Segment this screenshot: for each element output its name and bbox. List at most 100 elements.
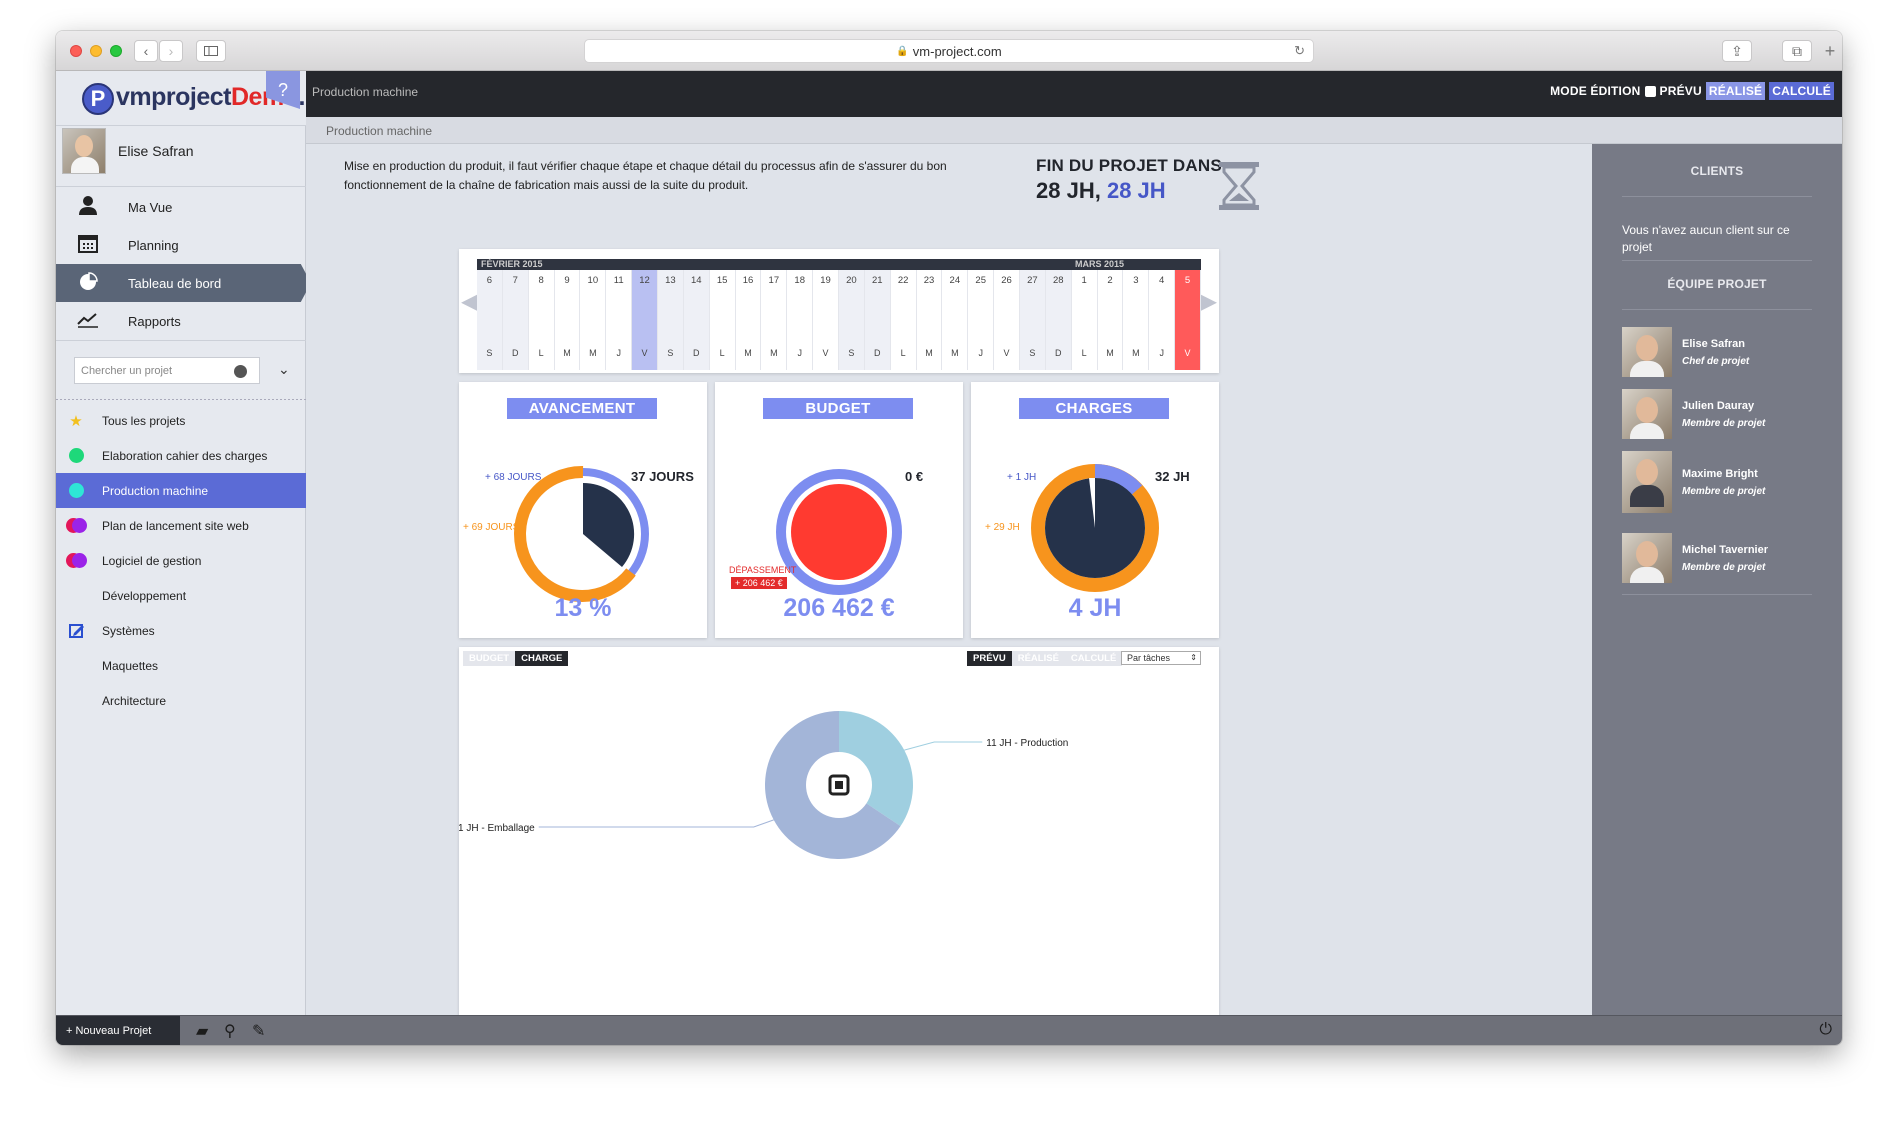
minimize-window-button[interactable]: [90, 45, 102, 57]
day-weekday: M: [563, 348, 571, 358]
timeline-day[interactable]: 6S: [477, 270, 503, 370]
project-item-logiciel[interactable]: Logiciel de gestion: [56, 543, 306, 578]
zoom-window-button[interactable]: [110, 45, 122, 57]
breadcrumb-item[interactable]: Production machine: [326, 124, 432, 138]
timeline-day[interactable]: 5V: [1175, 270, 1201, 370]
charges-donut: [1031, 464, 1159, 592]
timeline-day[interactable]: 26 V: [994, 270, 1020, 370]
new-project-button[interactable]: + Nouveau Projet: [56, 1016, 180, 1045]
timeline-day[interactable]: 20 S: [839, 270, 865, 370]
back-button[interactable]: ‹: [134, 40, 158, 62]
project-item-plan-lancement[interactable]: Plan de lancement site web: [56, 508, 306, 543]
day-weekday: V: [1184, 348, 1191, 358]
timeline-day[interactable]: 22 L: [890, 270, 917, 370]
project-search-input[interactable]: Chercher un projet: [74, 357, 260, 384]
timeline-day[interactable]: 25 J: [968, 270, 995, 370]
nav-item-ma-vue[interactable]: Ma Vue: [56, 188, 306, 226]
reload-icon[interactable]: ↻: [1294, 43, 1305, 59]
address-bar[interactable]: 🔒 vm-project.com ↻: [584, 39, 1314, 63]
timeline-day[interactable]: 18 J: [787, 270, 814, 370]
timeline-day[interactable]: 13 S: [658, 270, 684, 370]
folder-icon[interactable]: ▰: [196, 1021, 208, 1041]
search-toggle-icon[interactable]: [234, 365, 247, 378]
mode-prevu-button[interactable]: PRÉVU: [1660, 84, 1702, 98]
team-member[interactable]: Michel Tavernier Membre de projet: [1622, 533, 1768, 583]
kpi-right-value: 0 €: [905, 469, 924, 484]
timeline-day[interactable]: 1L: [1071, 270, 1098, 370]
project-item-developpement[interactable]: Développement: [56, 578, 306, 613]
sidebar: P vmprojectDemo. ? Elise Safran Ma Vue P…: [56, 71, 311, 1015]
day-number: 9: [564, 275, 570, 286]
team-member[interactable]: Elise Safran Chef de projet: [1622, 327, 1749, 377]
tab-budget[interactable]: BUDGET: [463, 651, 516, 666]
project-item-tous[interactable]: ★ Tous les projets: [56, 403, 306, 438]
project-item-elaboration[interactable]: Elaboration cahier des charges: [56, 438, 306, 473]
timeline-day[interactable]: 11 J: [606, 270, 633, 370]
day-weekday: J: [797, 348, 802, 358]
day-number: 19: [820, 275, 831, 286]
timeline-day[interactable]: 19 V: [813, 270, 839, 370]
wrench-icon[interactable]: ✎: [252, 1021, 265, 1041]
team-member[interactable]: Julien Dauray Membre de projet: [1622, 389, 1765, 439]
user-profile[interactable]: Elise Safran: [62, 128, 193, 174]
timeline-day[interactable]: 8L: [528, 270, 555, 370]
clients-title: CLIENTS: [1690, 164, 1744, 178]
tab-charge[interactable]: CHARGE: [515, 651, 569, 666]
new-tab-button[interactable]: +: [1818, 41, 1842, 71]
app-logo[interactable]: P vmprojectDemo. ?: [56, 71, 306, 125]
divider: [56, 340, 306, 341]
timeline-day[interactable]: 23 M: [916, 270, 943, 370]
double-circle-icon: [66, 518, 87, 533]
day-number: 18: [794, 275, 805, 286]
timeline-day[interactable]: 2M: [1097, 270, 1124, 370]
timeline-day[interactable]: 27 S: [1020, 270, 1046, 370]
day-number: 1: [1081, 275, 1087, 286]
timeline-day[interactable]: 15 L: [709, 270, 736, 370]
mode-edition-checkbox[interactable]: [1644, 85, 1656, 97]
person-icon: [76, 195, 100, 220]
tab-prevu[interactable]: PRÉVU: [967, 651, 1012, 666]
chevron-down-icon[interactable]: ⌄: [278, 361, 290, 378]
timeline-day[interactable]: 3M: [1123, 270, 1150, 370]
timeline-day[interactable]: 14 D: [683, 270, 710, 370]
pie-label: 11 JH - Production: [986, 738, 1068, 749]
tabs-button[interactable]: ⧉: [1782, 40, 1812, 62]
share-icon: ⇪: [1731, 42, 1743, 59]
project-item-production[interactable]: Production machine: [56, 473, 306, 508]
nav-item-rapports[interactable]: Rapports: [56, 302, 306, 340]
day-number: 24: [949, 275, 961, 286]
timeline-day[interactable]: 17 M: [761, 270, 788, 370]
timeline-day[interactable]: 7D: [502, 270, 529, 370]
project-item-systemes[interactable]: Systèmes: [56, 613, 306, 648]
sidebar-toggle-button[interactable]: [196, 40, 226, 62]
mode-realise-button[interactable]: RÉALISÉ: [1705, 82, 1766, 100]
day-weekday: M: [1132, 348, 1140, 358]
timeline-day[interactable]: 28 D: [1045, 270, 1072, 370]
day-number: 21: [871, 275, 883, 286]
search-icon[interactable]: ⚲: [224, 1021, 236, 1041]
nav-item-planning[interactable]: Planning: [56, 226, 306, 264]
tab-realise[interactable]: RÉALISÉ: [1011, 651, 1065, 666]
forward-button[interactable]: ›: [159, 40, 183, 62]
topbar-breadcrumb[interactable]: Production machine: [312, 85, 418, 99]
project-item-architecture[interactable]: Architecture: [56, 683, 306, 718]
overrun-disc: [791, 484, 887, 580]
tab-calcule[interactable]: CALCULÉ: [1064, 651, 1123, 666]
team-member[interactable]: Maxime Bright Membre de projet: [1622, 451, 1765, 513]
mode-calcule-button[interactable]: CALCULÉ: [1769, 82, 1834, 100]
close-window-button[interactable]: [70, 45, 82, 57]
timeline-day[interactable]: 24 M: [942, 270, 969, 370]
member-name: Julien Dauray: [1682, 399, 1755, 412]
kpi-charges-card: CHARGES 32 JH + 1 JH + 29 JH 4 JH: [971, 382, 1219, 638]
timeline-day[interactable]: 16 M: [735, 270, 762, 370]
timeline-day[interactable]: 9M: [554, 270, 581, 370]
timeline-day[interactable]: 4J: [1149, 270, 1176, 370]
share-button[interactable]: ⇪: [1722, 40, 1752, 62]
project-item-maquettes[interactable]: Maquettes: [56, 648, 306, 683]
nav-item-tableau-de-bord[interactable]: Tableau de bord: [56, 264, 311, 302]
timeline-day[interactable]: 12 V: [632, 270, 658, 370]
timeline-day[interactable]: 10 M: [580, 270, 607, 370]
power-icon[interactable]: ⏻: [1819, 1021, 1832, 1039]
group-by-select[interactable]: Par tâches: [1121, 651, 1201, 665]
timeline-day[interactable]: 21 D: [864, 270, 891, 370]
